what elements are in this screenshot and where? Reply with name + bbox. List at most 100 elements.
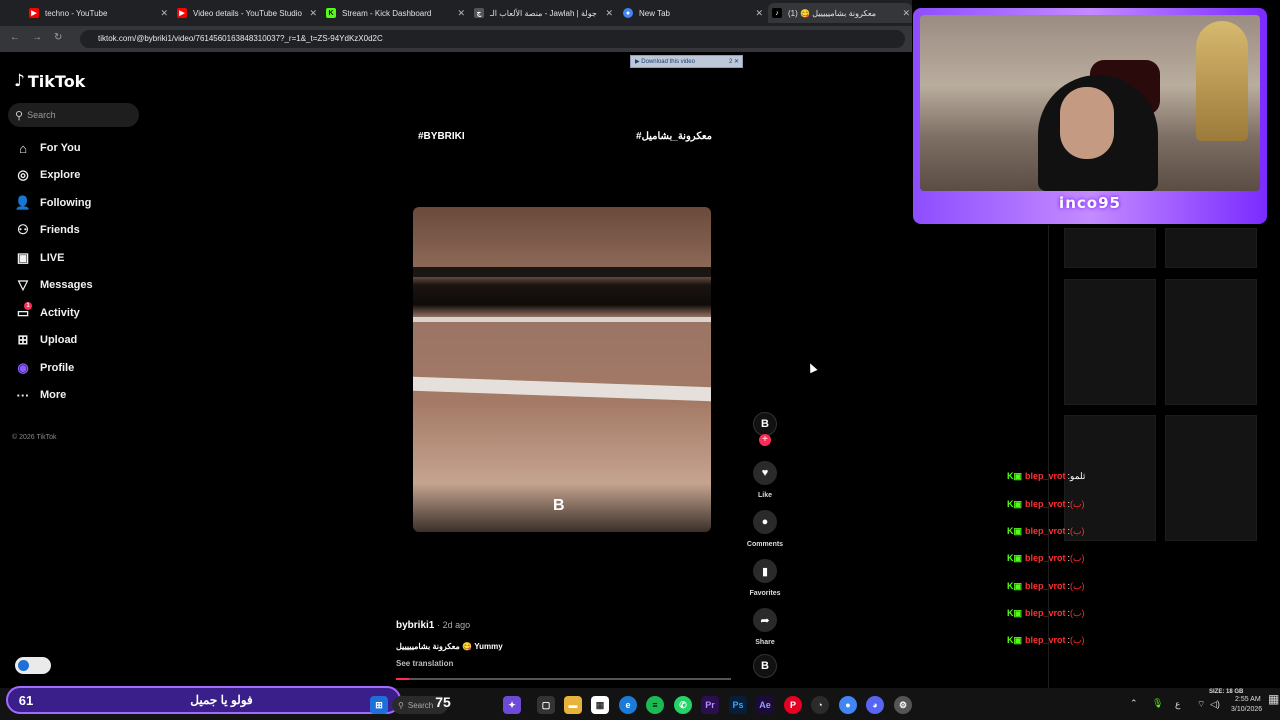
photoshop-icon[interactable]: Ps [729,696,747,714]
after-effects-icon[interactable]: Ae [756,696,774,714]
tab-title: منصة الألعاب الـ - Jawlah | جولة [490,8,597,18]
screen: ▶ techno - YouTube ✕ ▶ Video details - Y… [0,0,1280,720]
music-avatar[interactable]: B [753,654,777,678]
notification-icon[interactable]: ▦ [1268,692,1279,706]
chat-user: blep_vrot [1025,526,1066,536]
settings-icon[interactable]: ⚙ [894,696,912,714]
pinterest-icon[interactable]: P [784,696,802,714]
close-icon[interactable]: ✕ [902,8,910,19]
reload-icon[interactable]: ↻ [54,32,62,43]
sidebar-item-label: Profile [40,362,75,374]
bookmark-icon: ▮ [753,559,777,583]
back-icon[interactable]: ← [10,32,20,43]
sidebar-item-live[interactable]: ▣ LIVE [14,248,65,268]
tab-jawlah[interactable]: ج منصة الألعاب الـ - Jawlah | جولة ✕ [470,3,615,23]
spotify-icon[interactable]: ≡ [646,696,664,714]
like-button[interactable]: ♥ Like [750,461,780,499]
close-icon[interactable]: ✕ [160,8,168,19]
forward-icon[interactable]: → [32,32,42,43]
download-banner-close[interactable]: 2 ✕ [729,58,739,65]
discord-icon[interactable]: ◕ [866,696,884,714]
task-view-icon[interactable]: ▢ [537,696,555,714]
see-translation-link[interactable]: See translation [396,659,453,668]
chat-message: K▣ blep_vrot: (ب) [1007,551,1085,565]
follow-goal-current: 61 [18,692,34,708]
copilot-icon[interactable]: ✦ [503,696,521,714]
sidebar-item-messages[interactable]: ▽ Messages [14,275,93,295]
copyright-text: © 2026 TikTok [12,434,57,441]
upload-icon: ⊞ [17,332,29,347]
chat-message: K▣ blep_vrot: (ب) [1007,606,1085,620]
mic-icon[interactable]: 🎙 [1152,698,1163,709]
comments-button[interactable]: ● Comments [747,510,783,548]
toggle-switch[interactable] [15,657,51,674]
search-icon: ⚲ [398,700,404,710]
premiere-icon[interactable]: Pr [701,696,719,714]
sidebar-item-label: Following [40,197,92,209]
sidebar-item-explore[interactable]: ◎ Explore [14,165,80,185]
search-input[interactable]: ⚲ Search [8,103,139,127]
tab-title: Video details - YouTube Studio [193,8,302,18]
tab-title: (1) 😋 معكرونة بشاميييييل [788,8,876,18]
chat-message: K▣ blep_vrot: (ب) [1007,579,1085,593]
close-icon[interactable]: ✕ [309,8,317,19]
store-icon[interactable]: ▦ [591,696,609,714]
edge-icon[interactable]: e [619,696,637,714]
sidebar-item-upload[interactable]: ⊞ Upload [14,330,78,350]
tiktok-logo[interactable]: ♪ TikTok [14,70,85,92]
address-bar-row: ← → ↻ tiktok.com/@bybriki1/video/7614560… [0,26,912,52]
download-video-banner[interactable]: ▶ Download this video 2 ✕ [630,55,743,68]
more-icon: ··· [16,387,30,403]
sidebar-item-activity[interactable]: ▭ 1 Activity [14,302,80,323]
sidebar-item-following[interactable]: 👤 Following [14,193,91,213]
kick-badge-icon: K▣ [1007,470,1023,481]
sidebar-item-friends[interactable]: ⚇ Friends [14,220,80,240]
tab-youtube-studio[interactable]: ▶ Video details - YouTube Studio ✕ [173,3,319,23]
chrome-icon[interactable]: ● [839,696,857,714]
language-indicator[interactable]: ع [1175,699,1180,710]
chrome-icon: ● [623,8,633,18]
video-progress-bar[interactable] [396,678,731,680]
url-field[interactable]: tiktok.com/@bybriki1/video/7614560163848… [80,30,905,48]
search-icon: ⚲ [15,109,24,122]
post-time: · 2d ago [437,620,471,630]
creator-avatar[interactable]: B [753,412,777,436]
chat-text: (ب) [1070,498,1085,509]
tab-youtube[interactable]: ▶ techno - YouTube ✕ [25,3,170,23]
author-name[interactable]: bybriki1 [396,620,434,631]
streamer-name: inco95 [1059,194,1121,212]
close-icon[interactable]: ✕ [605,8,613,19]
webcam-feed [920,15,1260,191]
chat-user: blep_vrot [1025,581,1066,591]
clock-time[interactable]: 2:55 AM [1235,696,1261,703]
whatsapp-icon[interactable]: ✆ [674,696,692,714]
share-button[interactable]: ➦ Share [750,608,780,646]
file-explorer-icon[interactable]: ▬ [564,696,582,714]
wifi-icon[interactable]: ⌔ [1197,699,1205,710]
favorites-button[interactable]: ▮ Favorites [749,559,781,597]
tab-tiktok[interactable]: ♪ (1) 😋 معكرونة بشاميييييل ✕ [768,3,912,23]
chevron-up-icon[interactable]: ⌃ [1130,698,1138,709]
sidebar-item-profile[interactable]: ◉ Profile [14,358,74,378]
follow-plus-button[interactable]: + [759,434,771,446]
sidebar-item-label: Messages [40,279,93,291]
tab-new-tab[interactable]: ● New Tab ✕ [619,3,765,23]
windows-start-icon[interactable]: ⊞ [370,696,388,714]
webcam-lamp [1196,21,1248,141]
video-player[interactable]: B [413,207,711,532]
volume-icon[interactable]: ◁) [1210,699,1220,710]
clock-date[interactable]: 3/10/2026 [1231,706,1262,713]
close-icon[interactable]: ✕ [457,8,465,19]
placeholder-tile [1165,228,1257,268]
sidebar-item-more[interactable]: ··· More [14,385,67,405]
avatar-letter: B [761,660,769,672]
tab-kick-dashboard[interactable]: K Stream - Kick Dashboard ✕ [322,3,467,23]
obs-icon[interactable]: ◔ [811,696,829,714]
chat-text: (ب) [1070,634,1085,645]
chat-user: blep_vrot [1025,471,1066,481]
close-icon[interactable]: ✕ [755,8,763,19]
chat-user: blep_vrot [1025,553,1066,563]
sidebar-item-for-you[interactable]: ⌂ For You [14,138,80,158]
share-label: Share [755,639,775,646]
chat-message: K▣ blep_vrot: (ب) [1007,497,1085,511]
